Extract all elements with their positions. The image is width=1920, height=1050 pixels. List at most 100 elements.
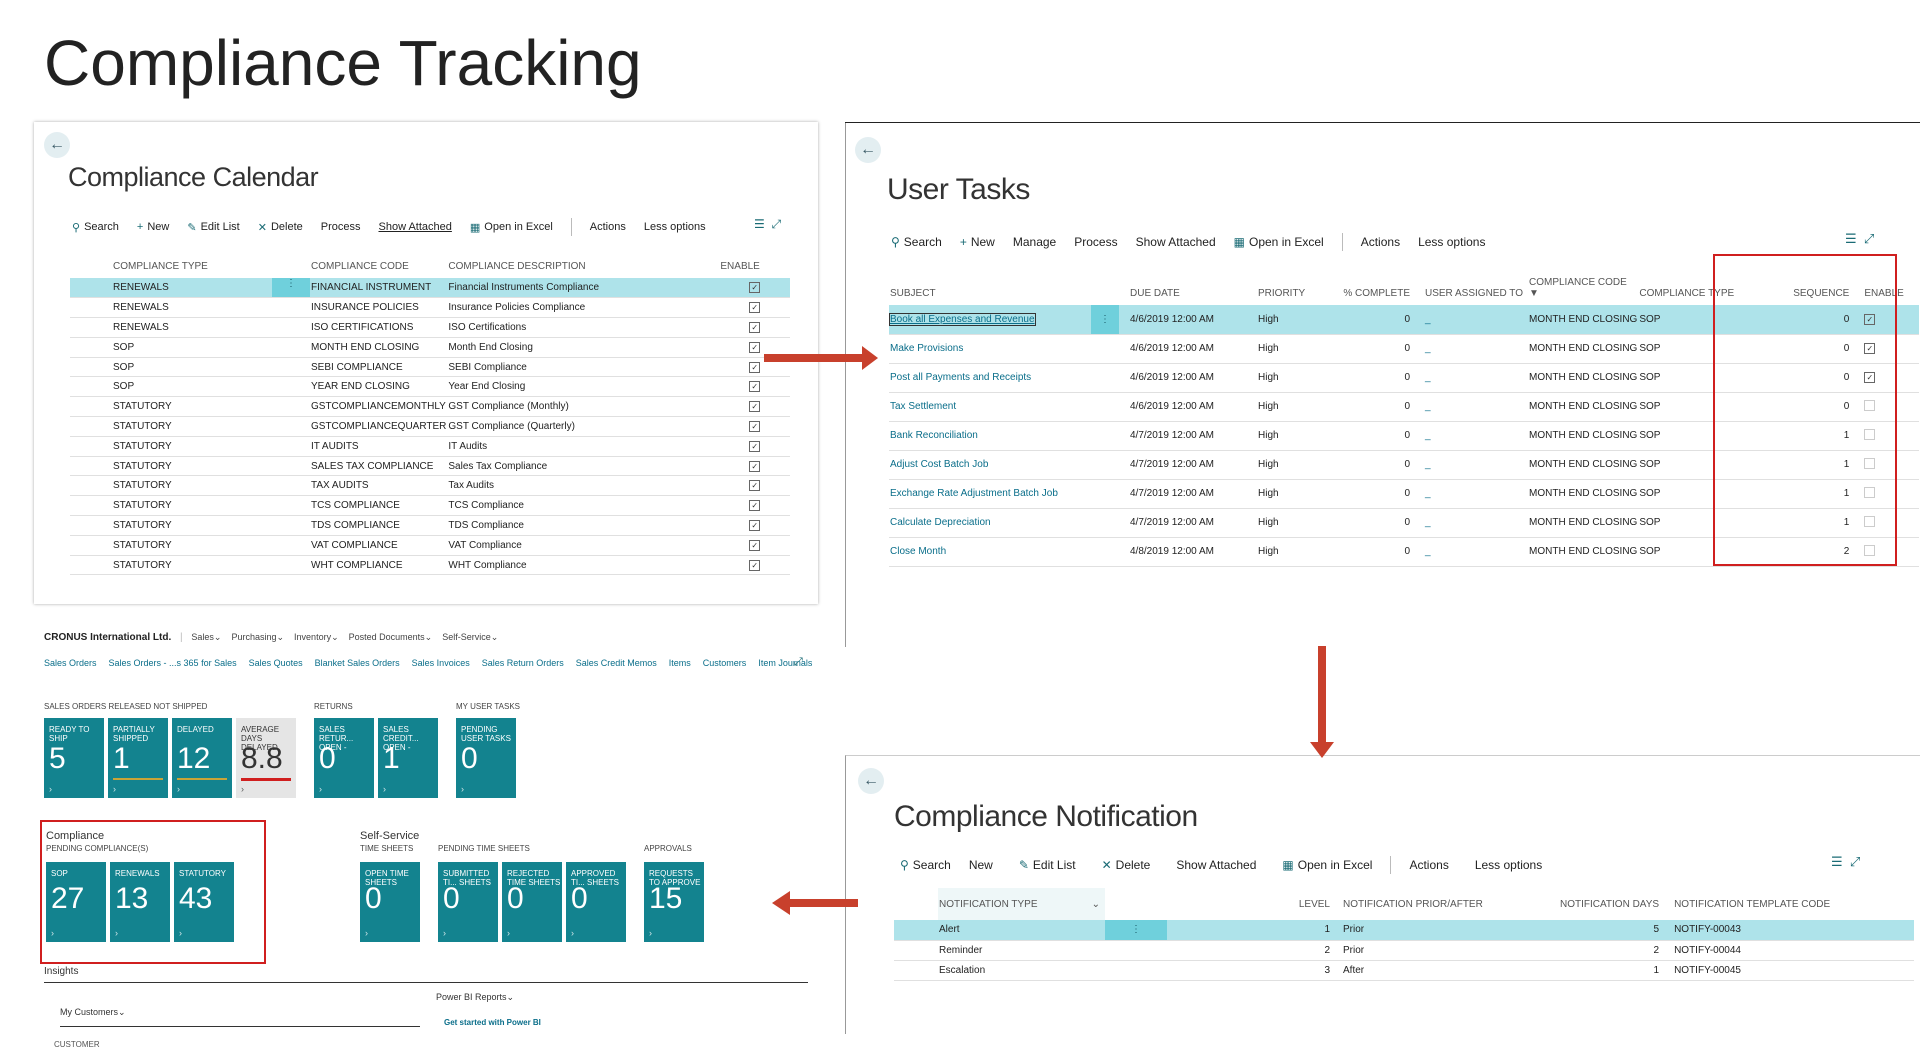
actions-menu[interactable]: Actions — [1361, 235, 1400, 249]
list-view-icon[interactable]: ☰ — [754, 217, 765, 231]
process-menu[interactable]: Process — [1074, 235, 1117, 249]
open-in-excel-button[interactable]: ▦ Open in Excel — [470, 221, 553, 234]
tile-sales-returns-open[interactable]: SALES RETUR... OPEN -0 › — [314, 718, 374, 798]
nav-link[interactable]: Sales Orders - ...s 365 for Sales — [109, 658, 237, 668]
row-selector[interactable] — [70, 456, 112, 477]
nav-link[interactable]: Sales Return Orders — [482, 658, 564, 668]
row-selector[interactable] — [70, 515, 112, 536]
back-arrow-icon[interactable]: ← — [858, 768, 884, 794]
col-percent-complete[interactable]: % COMPLETE — [1329, 267, 1411, 305]
filter-icon[interactable]: ▼ — [1529, 288, 1539, 299]
delete-button[interactable]: ✕ Delete — [258, 221, 303, 234]
row-selector[interactable] — [70, 376, 112, 398]
checkbox[interactable]: ✓ — [749, 460, 761, 472]
open-in-excel-button[interactable]: ▦ Open in Excel — [1282, 858, 1372, 872]
col-notification-type[interactable]: NOTIFICATION TYPE ⌄ — [938, 888, 1105, 920]
nav-menu-inventory[interactable]: Inventory⌄ — [294, 632, 339, 642]
show-attached-button[interactable]: Show Attached — [1136, 235, 1216, 249]
less-options-button[interactable]: Less options — [1475, 858, 1542, 872]
tile-delayed[interactable]: DELAYED 12 › — [172, 718, 232, 798]
col-user-assigned-to[interactable]: USER ASSIGNED TO — [1411, 267, 1528, 305]
row-menu-icon[interactable]: ⋮ — [1105, 920, 1167, 941]
nav-menu-purchasing[interactable]: Purchasing⌄ — [231, 632, 284, 642]
table-row[interactable]: RENEWALS INSURANCE POLICIES Insurance Poli… — [70, 297, 790, 319]
row-selector[interactable] — [70, 555, 112, 576]
company-name[interactable]: CRONUS International Ltd. — [44, 632, 171, 643]
user-link[interactable]: _ — [1425, 546, 1431, 557]
row-menu-icon[interactable] — [1105, 940, 1167, 961]
user-link[interactable]: _ — [1425, 314, 1431, 325]
nav-link[interactable]: Customers — [703, 658, 747, 668]
manage-menu[interactable]: Manage — [1013, 235, 1056, 249]
nav-menu-self-service[interactable]: Self-Service⌄ — [442, 632, 498, 642]
user-link[interactable]: _ — [1425, 430, 1431, 441]
user-link[interactable]: _ — [1425, 372, 1431, 383]
nav-menu-posted-documents[interactable]: Posted Documents⌄ — [349, 632, 433, 642]
subject-link[interactable]: Post all Payments and Receipts — [890, 372, 1031, 383]
row-selector[interactable] — [70, 317, 112, 338]
row-selector[interactable] — [894, 960, 938, 981]
subject-link[interactable]: Exchange Rate Adjustment Batch Job — [890, 488, 1058, 499]
table-row[interactable]: SOP MONTH END CLOSING Month End Closing ✓ — [70, 337, 790, 358]
row-menu-icon[interactable]: ⋮ — [272, 278, 310, 298]
nav-link[interactable]: Sales Quotes — [249, 658, 303, 668]
nav-link[interactable]: Sales Credit Memos — [576, 658, 657, 668]
nav-link[interactable]: Items — [669, 658, 691, 668]
checkbox[interactable]: ✓ — [749, 420, 761, 432]
checkbox[interactable]: ✓ — [749, 282, 761, 294]
table-row[interactable]: STATUTORY SALES TAX COMPLIANCE Sales Tax C… — [70, 456, 790, 477]
nav-menu-sales[interactable]: Sales⌄ — [191, 632, 221, 642]
collapse-icon[interactable]: ⤢ — [771, 217, 781, 231]
checkbox[interactable]: ✓ — [749, 440, 761, 452]
power-bi-reports-menu[interactable]: Power BI Reports⌄ — [436, 992, 514, 1003]
less-options-button[interactable]: Less options — [1418, 235, 1485, 249]
checkbox[interactable]: ✓ — [749, 341, 761, 353]
less-options-button[interactable]: Less options — [644, 221, 706, 233]
nav-link[interactable]: Sales Orders — [44, 658, 97, 668]
actions-menu[interactable]: Actions — [1409, 858, 1448, 872]
edit-list-button[interactable]: ✎ Edit List — [187, 221, 239, 234]
checkbox[interactable]: ✓ — [749, 500, 761, 512]
row-selector[interactable] — [70, 535, 112, 556]
checkbox[interactable]: ✓ — [749, 519, 761, 531]
col-compliance-code[interactable]: COMPLIANCE CODE — [310, 254, 447, 278]
subject-link[interactable]: Make Provisions — [890, 343, 963, 354]
col-compliance-description[interactable]: COMPLIANCE DESCRIPTION — [447, 254, 719, 278]
row-selector[interactable] — [70, 278, 112, 299]
list-view-icon[interactable]: ☰ — [1831, 854, 1843, 869]
search-button[interactable]: ⚲ Search — [891, 235, 942, 249]
col-due-date[interactable]: DUE DATE — [1129, 267, 1257, 305]
checkbox[interactable]: ✓ — [749, 321, 761, 333]
row-selector[interactable] — [70, 297, 112, 319]
table-row[interactable]: STATUTORY TDS COMPLIANCE TDS Compliance ✓ — [70, 515, 790, 536]
col-subject[interactable]: SUBJECT — [889, 267, 1129, 305]
new-button[interactable]: + New — [137, 221, 169, 233]
col-notification-days[interactable]: NOTIFICATION DAYS — [1559, 888, 1660, 920]
table-row[interactable]: STATUTORY VAT COMPLIANCE VAT Compliance ✓ — [70, 535, 790, 556]
back-arrow-icon[interactable]: ← — [44, 132, 70, 158]
nav-link[interactable]: Item Journals — [758, 658, 812, 668]
col-level[interactable]: LEVEL — [1167, 888, 1331, 920]
user-link[interactable]: _ — [1425, 488, 1431, 499]
open-in-excel-button[interactable]: ▦ Open in Excel — [1234, 235, 1324, 249]
new-button[interactable]: New — [969, 858, 993, 872]
tile-average-days-delayed[interactable]: AVERAGE DAYS DELAYED 8.8 › — [236, 718, 296, 798]
row-selector[interactable] — [70, 416, 112, 437]
back-arrow-icon[interactable]: ← — [855, 137, 881, 163]
subject-link[interactable]: Bank Reconciliation — [890, 430, 978, 441]
col-compliance-code[interactable]: COMPLIANCE CODE ▼ — [1528, 267, 1638, 305]
collapse-icon[interactable]: ⤢ — [1850, 854, 1860, 869]
row-selector[interactable] — [70, 495, 112, 517]
tile-requests-to-approve[interactable]: REQUESTS TO APPROVE 15 › — [644, 862, 704, 942]
row-selector[interactable] — [70, 396, 112, 418]
subject-link[interactable]: Close Month — [890, 546, 946, 557]
col-notification-prior-after[interactable]: NOTIFICATION PRIOR/AFTER — [1331, 888, 1559, 920]
table-row[interactable]: STATUTORY WHT COMPLIANCE WHT Compliance ✓ — [70, 555, 790, 576]
subject-link[interactable]: Calculate Depreciation — [890, 517, 991, 528]
checkbox[interactable]: ✓ — [749, 539, 761, 551]
user-link[interactable]: _ — [1425, 459, 1431, 470]
row-selector[interactable] — [70, 436, 112, 457]
actions-menu[interactable]: Actions — [590, 221, 626, 233]
tile-sales-credit-open[interactable]: SALES CREDIT... OPEN -1 › — [378, 718, 438, 798]
tile-submitted-time-sheets[interactable]: SUBMITTED TI... SHEETS 0 › — [438, 862, 498, 942]
